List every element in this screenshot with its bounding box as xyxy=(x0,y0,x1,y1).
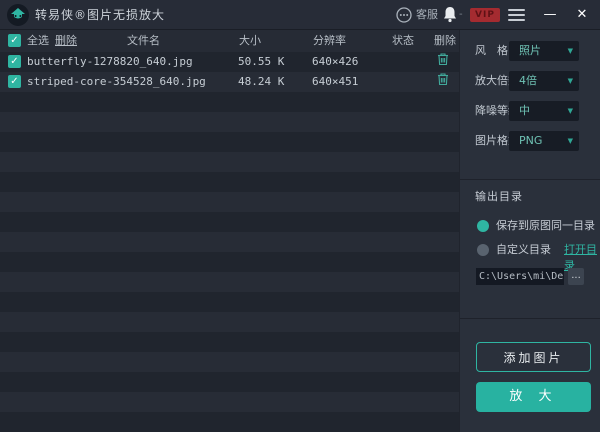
enlarge-button[interactable]: 放 大 xyxy=(476,382,591,412)
scale-select[interactable]: 4倍 ▼ xyxy=(509,71,579,91)
output-dir-title: 输出目录 xyxy=(475,190,523,203)
custom-dir-label[interactable]: 自定义目录 xyxy=(496,242,551,258)
column-size: 大小 xyxy=(239,34,261,47)
bell-caret-icon: - xyxy=(459,9,463,20)
app-logo-icon xyxy=(7,4,29,26)
chevron-down-icon: ▼ xyxy=(567,137,573,145)
table-body: ✓ butterfly-1278820_640.jpg 50.55 K 640×… xyxy=(0,52,459,432)
close-button[interactable]: ✕ xyxy=(572,0,592,30)
table-row: ✓ butterfly-1278820_640.jpg 50.55 K 640×… xyxy=(0,52,459,72)
style-select[interactable]: 照片 ▼ xyxy=(509,41,579,61)
titlebar: 转易侠®图片无损放大 客服 - VIP — ✕ xyxy=(0,0,600,30)
row-resolution: 640×451 xyxy=(312,75,359,88)
divider xyxy=(460,179,600,180)
format-select[interactable]: PNG ▼ xyxy=(509,131,579,151)
chevron-down-icon: ▼ xyxy=(567,77,573,85)
radio-custom-dir[interactable]: 自定义目录 打开目录 xyxy=(460,242,600,272)
settings-sidebar: 风 格： 照片 ▼ 放大倍数： 4倍 ▼ 降噪等级： 中 ▼ 图片格式： PNG… xyxy=(459,30,600,432)
divider xyxy=(460,318,600,319)
style-value: 照片 xyxy=(519,44,541,57)
chevron-down-icon: ▼ xyxy=(567,107,573,115)
notification-bell-icon[interactable] xyxy=(443,6,457,23)
table-header: ✓ 全选 删除 文件名 大小 分辨率 状态 删除 xyxy=(0,30,459,52)
column-delete: 删除 xyxy=(434,34,456,47)
scale-value: 4倍 xyxy=(519,74,537,87)
delete-selected-link[interactable]: 删除 xyxy=(55,30,77,52)
minimize-button[interactable]: — xyxy=(540,0,560,30)
setting-style: 风 格： 照片 ▼ xyxy=(460,41,600,61)
row-size: 48.24 K xyxy=(238,75,285,88)
select-all-label[interactable]: 全选 xyxy=(27,30,49,52)
radio-selected-icon[interactable] xyxy=(477,220,489,232)
trash-icon[interactable] xyxy=(436,72,450,86)
row-checkbox[interactable]: ✓ xyxy=(8,55,21,68)
customer-service-label[interactable]: 客服 xyxy=(416,0,438,30)
format-value: PNG xyxy=(519,134,543,147)
setting-format: 图片格式： PNG ▼ xyxy=(460,131,600,151)
browse-button[interactable]: ... xyxy=(568,268,584,285)
table-row: ✓ striped-core-354528_640.jpg 48.24 K 64… xyxy=(0,72,459,92)
row-resolution: 640×426 xyxy=(312,55,359,68)
column-resolution: 分辨率 xyxy=(313,34,346,47)
chevron-down-icon: ▼ xyxy=(567,47,573,55)
add-images-button[interactable]: 添加图片 xyxy=(476,342,591,372)
file-table: ✓ 全选 删除 文件名 大小 分辨率 状态 删除 ✓ butterfly-127… xyxy=(0,30,459,432)
customer-service-icon[interactable] xyxy=(396,7,412,23)
denoise-value: 中 xyxy=(519,104,530,117)
setting-denoise: 降噪等级： 中 ▼ xyxy=(460,101,600,121)
row-filename: butterfly-1278820_640.jpg xyxy=(27,55,193,68)
denoise-select[interactable]: 中 ▼ xyxy=(509,101,579,121)
vip-badge[interactable]: VIP xyxy=(470,8,500,22)
output-path-field[interactable]: C:\Users\mi\Desktop xyxy=(476,268,564,285)
column-status: 状态 xyxy=(392,34,414,47)
trash-icon[interactable] xyxy=(436,52,450,66)
setting-scale: 放大倍数： 4倍 ▼ xyxy=(460,71,600,91)
same-dir-label[interactable]: 保存到原图同一目录 xyxy=(496,218,595,234)
menu-icon[interactable] xyxy=(508,9,525,21)
radio-unselected-icon[interactable] xyxy=(477,244,489,256)
column-filename: 文件名 xyxy=(127,34,160,47)
row-size: 50.55 K xyxy=(238,55,285,68)
select-all-checkbox[interactable]: ✓ xyxy=(8,34,21,47)
radio-same-dir[interactable]: 保存到原图同一目录 xyxy=(460,218,600,234)
app-title: 转易侠®图片无损放大 xyxy=(35,8,166,22)
row-checkbox[interactable]: ✓ xyxy=(8,75,21,88)
row-filename: striped-core-354528_640.jpg xyxy=(27,75,206,88)
